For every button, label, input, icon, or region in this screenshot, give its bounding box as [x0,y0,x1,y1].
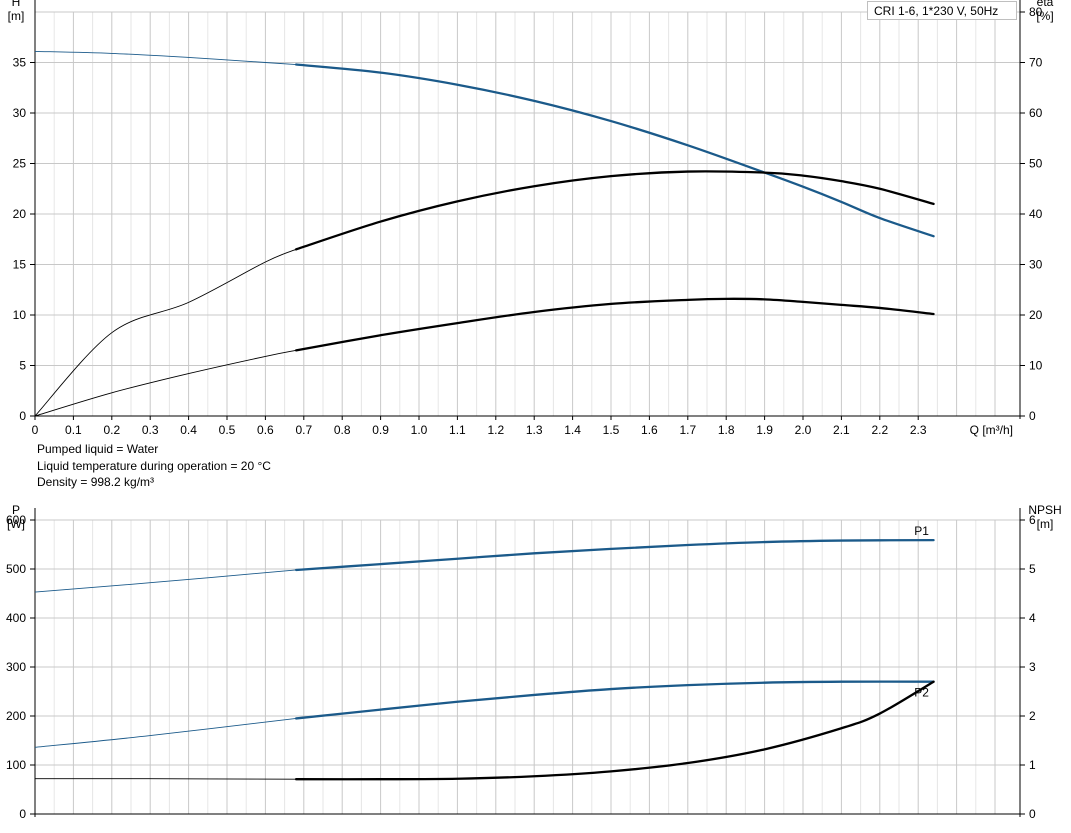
head-eta-chart-left-tick-label: 0 [19,409,26,423]
power-npsh-chart-left-tick-label: 500 [6,562,26,576]
head-eta-chart-x-tick-label: 0.3 [142,423,159,437]
head-eta-chart-x-tick-label: 2.0 [795,423,812,437]
head-eta-chart-x-tick-label: 1.7 [679,423,696,437]
power-npsh-chart-right-tick-label: 5 [1029,562,1036,576]
head-eta-chart-x-tick-label: 1.4 [564,423,581,437]
head-eta-chart-x-tick-label: 1.8 [718,423,735,437]
head-eta-chart-x-tick-label: 1.1 [449,423,466,437]
head-eta-chart-left-tick-label: 10 [13,308,27,322]
power-npsh-chart-series-1-duty-line [294,680,935,720]
power-npsh-chart-right-tick-label: 2 [1029,709,1036,723]
head-eta-chart-left-tick-label: 25 [13,157,27,171]
head-eta-chart-left-tick-label: 35 [13,56,27,70]
head-eta-chart-right-axis-label: eta [1037,0,1054,9]
head-eta-chart-right-tick-label: 70 [1029,56,1043,70]
power-npsh-chart-series-0-extrapolated-line [34,569,297,593]
power-npsh-chart-right-tick-label: 4 [1029,611,1036,625]
info-liquid-temperature: Liquid temperature during operation = 20… [37,458,271,473]
head-eta-chart-left-tick-label: 15 [13,258,27,272]
pump-curve-chart: 0510152025303501020304050607080H[m]eta[%… [6,0,1062,821]
power-npsh-chart-series-1-extrapolated-line [34,718,297,748]
head-eta-chart-x-tick-label: 0.5 [219,423,236,437]
head-eta-chart-left-tick-label: 5 [19,359,26,373]
info-density: Density = 998.2 kg/m³ [37,475,155,489]
head-eta-chart-x-axis-label: Q [m³/h] [970,423,1013,437]
power-npsh-chart-series-0-duty-line [294,538,935,572]
head-eta-chart-left-axis-unit: [m] [8,9,25,23]
power-npsh-chart-left-tick-label: 200 [6,709,26,723]
head-eta-chart-right-tick-label: 30 [1029,258,1043,272]
head-eta-chart-right-tick-label: 50 [1029,157,1043,171]
head-eta-chart-left-tick-label: 30 [13,106,27,120]
head-eta-chart-x-tick-label: 2.3 [910,423,927,437]
power-npsh-chart-left-tick-label: 100 [6,758,26,772]
head-eta-chart-x-tick-label: 0.4 [180,423,197,437]
power-npsh-chart-right-tick-label: 3 [1029,660,1036,674]
chart-legend-title: CRI 1-6, 1*230 V, 50Hz [867,1,1017,20]
head-eta-chart-left-tick-label: 20 [13,207,27,221]
power-npsh-chart-series-label-p1: P1 [914,524,929,538]
head-eta-chart-right-tick-label: 10 [1029,359,1043,373]
head-eta-chart-x-tick-label: 1.3 [526,423,543,437]
head-eta-chart-right-tick-label: 60 [1029,106,1043,120]
head-eta-chart-x-tick-label: 1.5 [603,423,620,437]
power-npsh-chart-left-axis-label: P [12,503,20,517]
head-eta-chart-series-1-extrapolated-line [34,248,297,417]
head-eta-chart-x-tick-label: 2.1 [833,423,850,437]
head-eta-chart-x-tick-label: 0 [32,423,39,437]
head-eta-chart-x-tick-label: 1.2 [487,423,504,437]
power-npsh-chart-left-tick-label: 300 [6,660,26,674]
head-eta-chart-x-tick-label: 0.6 [257,423,274,437]
head-eta-chart-left-axis-label: H [12,0,21,9]
head-eta-chart-series-1-duty-line [294,170,935,251]
head-eta-chart-x-tick-label: 1.0 [411,423,428,437]
head-eta-chart-x-tick-label: 0.8 [334,423,351,437]
power-npsh-chart-left-tick-label: 0 [19,807,26,821]
head-eta-chart-x-tick-label: 1.6 [641,423,658,437]
head-eta-chart-x-tick-label: 0.9 [372,423,389,437]
head-eta-chart-right-axis-unit: [%] [1036,9,1053,23]
power-npsh-chart-right-axis-label: NPSH [1028,503,1061,517]
head-eta-chart-series-0-duty-line [294,63,935,238]
head-eta-chart-x-tick-label: 0.7 [295,423,312,437]
head-eta-chart-right-tick-label: 40 [1029,207,1043,221]
head-eta-chart-x-tick-label: 0.2 [103,423,120,437]
power-npsh-chart-left-tick-label: 400 [6,611,26,625]
head-eta-chart-x-tick-label: 2.2 [871,423,888,437]
power-npsh-chart-series-2-extrapolated-line [34,778,297,780]
head-eta-chart-series-2-duty-line [294,297,935,352]
head-eta-chart-x-tick-label: 1.9 [756,423,773,437]
info-pumped-liquid: Pumped liquid = Water [37,442,159,456]
head-eta-chart-right-tick-label: 20 [1029,308,1043,322]
power-npsh-chart-right-tick-label: 0 [1029,807,1036,821]
power-npsh-chart-left-axis-unit: [W] [7,517,25,531]
head-eta-chart-series-2-extrapolated-line [34,349,297,417]
head-eta-chart-x-tick-label: 0.1 [65,423,82,437]
power-npsh-chart-right-tick-label: 1 [1029,758,1036,772]
head-eta-chart-right-tick-label: 0 [1029,409,1036,423]
power-npsh-chart-right-axis-unit: [m] [1037,517,1054,531]
